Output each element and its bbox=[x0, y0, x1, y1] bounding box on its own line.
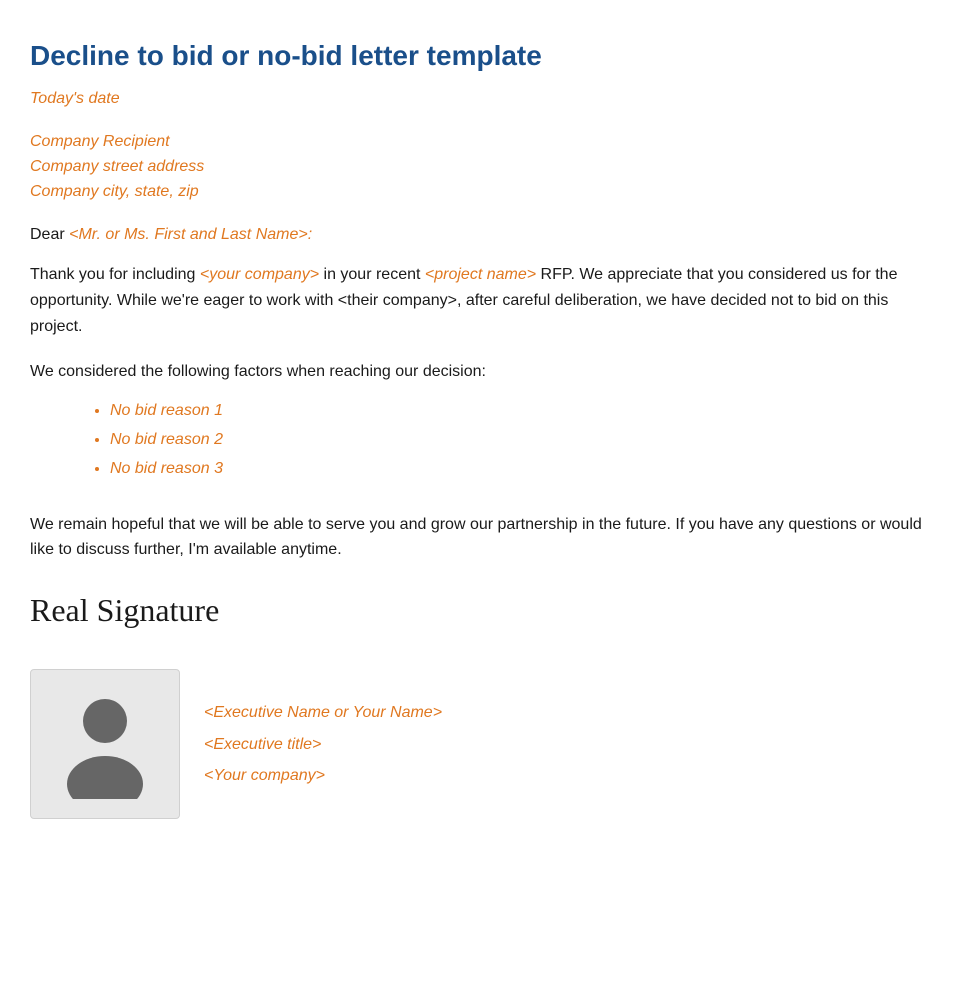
contact-name: <Executive Name or Your Name> bbox=[204, 699, 442, 726]
body1-project: <project name> bbox=[425, 266, 536, 283]
avatar bbox=[30, 669, 180, 819]
factors-intro: We considered the following factors when… bbox=[30, 363, 930, 381]
contact-info: <Executive Name or Your Name> <Executive… bbox=[204, 699, 442, 789]
body-paragraph-1: Thank you for including <your company> i… bbox=[30, 262, 930, 339]
reason-1: No bid reason 1 bbox=[110, 397, 930, 426]
salutation-prefix: Dear bbox=[30, 226, 69, 243]
body1-company: <your company> bbox=[200, 266, 319, 283]
contact-title: <Executive title> bbox=[204, 731, 442, 758]
body1-prefix: Thank you for including bbox=[30, 266, 200, 283]
reason-3: No bid reason 3 bbox=[110, 455, 930, 484]
signature-text: Real Signature bbox=[30, 592, 219, 628]
avatar-icon bbox=[55, 689, 155, 799]
reason-2: No bid reason 2 bbox=[110, 426, 930, 455]
reasons-list: No bid reason 1 No bid reason 2 No bid r… bbox=[30, 397, 930, 483]
letter-container: Decline to bid or no-bid letter template… bbox=[30, 40, 930, 819]
address-street: Company street address bbox=[30, 155, 930, 180]
page-title: Decline to bid or no-bid letter template bbox=[30, 40, 930, 72]
address-recipient: Company Recipient bbox=[30, 130, 930, 155]
address-block: Company Recipient Company street address… bbox=[30, 130, 930, 204]
salutation: Dear <Mr. or Ms. First and Last Name>: bbox=[30, 226, 930, 244]
address-city: Company city, state, zip bbox=[30, 180, 930, 205]
closing-paragraph: We remain hopeful that we will be able t… bbox=[30, 512, 930, 563]
body1-middle: in your recent bbox=[319, 266, 425, 283]
date-field: Today's date bbox=[30, 90, 930, 108]
salutation-placeholder: <Mr. or Ms. First and Last Name>: bbox=[69, 226, 312, 243]
contact-block: <Executive Name or Your Name> <Executive… bbox=[30, 669, 930, 819]
signature-block: Real Signature bbox=[30, 591, 930, 629]
contact-company: <Your company> bbox=[204, 762, 442, 789]
